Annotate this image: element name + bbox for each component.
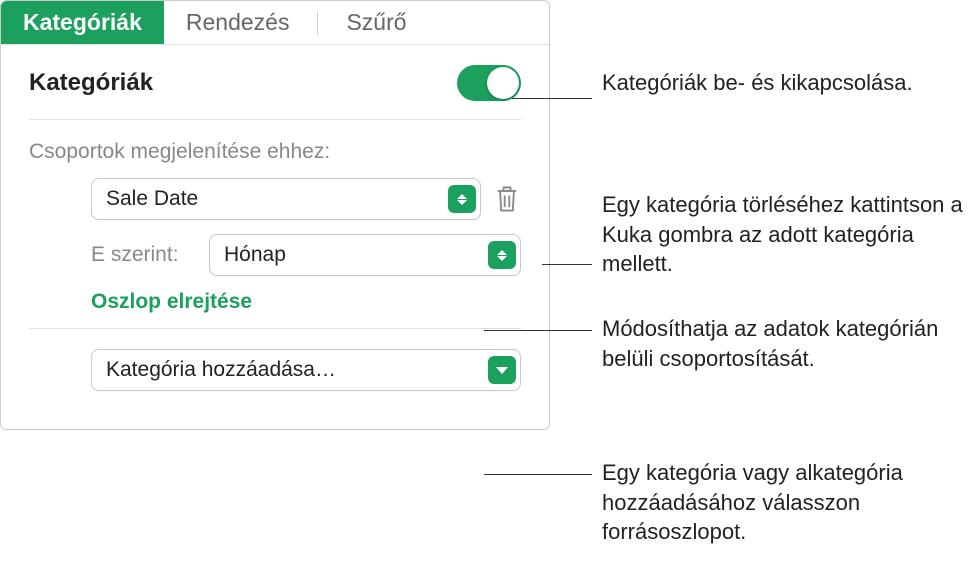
divider [29,328,521,329]
categories-section: Kategóriák Csoportok megjelenítése ehhez… [1,45,549,429]
group-by-value: Sale Date [106,187,198,211]
add-category-dropdown[interactable]: Kategória hozzáadása… [91,349,521,391]
tab-bar: Kategóriák Rendezés Szűrő [1,1,549,45]
section-title: Kategóriák [29,69,153,97]
group-by-dropdown[interactable]: Sale Date [91,178,481,220]
tab-filter[interactable]: Szűrő [324,1,428,44]
add-category-row: Kategória hozzáadása… [29,349,521,391]
section-header: Kategóriák [29,65,521,101]
trash-icon[interactable] [493,184,521,214]
tab-sort[interactable]: Rendezés [164,1,312,44]
callout-line [484,474,592,475]
group-by-label: Csoportok megjelenítése ehhez: [29,140,521,164]
callout-grouping: Módosíthatja az adatok kategórián belüli… [602,314,977,373]
dropdown-stepper-icon [448,185,476,213]
by-row: E szerint: Hónap [29,234,521,276]
hide-column-button[interactable]: Oszlop elrejtése [29,290,521,314]
by-dropdown[interactable]: Hónap [209,234,521,276]
callout-add: Egy kategória vagy alkategória hozzáadás… [602,458,977,547]
by-value: Hónap [224,243,286,267]
dropdown-stepper-icon [488,241,516,269]
divider [29,119,521,120]
tab-categories[interactable]: Kategóriák [1,1,164,44]
callout-line [484,330,592,331]
by-label: E szerint: [91,243,197,267]
callout-line [542,264,592,265]
categories-panel: Kategóriák Rendezés Szűrő Kategóriák Cso… [0,0,550,430]
callout-line [512,98,592,99]
callout-toggle: Kategóriák be- és kikapcsolása. [602,68,913,98]
add-category-label: Kategória hozzáadása… [106,358,336,382]
categories-toggle[interactable] [457,65,521,101]
callout-delete: Egy kategória törléséhez kattintson a Ku… [602,190,977,279]
dropdown-down-icon [488,356,516,384]
tab-divider [317,11,318,35]
group-by-row: Sale Date [29,178,521,220]
toggle-knob [487,67,519,99]
